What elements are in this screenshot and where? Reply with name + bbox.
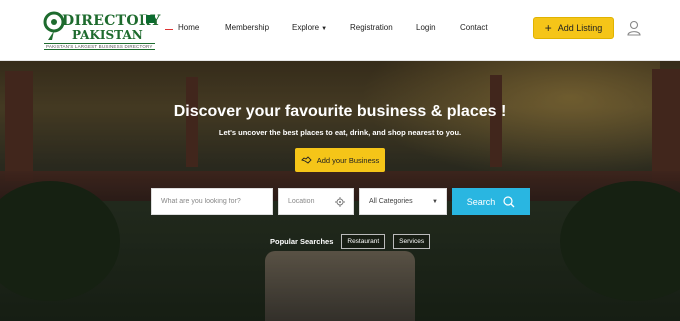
nav-item-home[interactable]: Home — [178, 23, 199, 32]
add-listing-label: Add Listing — [557, 23, 603, 33]
tag-services[interactable]: Services — [393, 234, 431, 249]
location-field[interactable] — [278, 188, 354, 215]
popular-searches: Popular Searches Restaurant Services — [270, 234, 431, 249]
user-icon[interactable] — [627, 20, 641, 36]
add-listing-button[interactable]: + Add Listing — [533, 17, 614, 39]
logo-tagline: PAKISTAN'S LARGEST BUSINESS DIRECTORY — [44, 43, 155, 50]
search-button-label: Search — [466, 196, 496, 207]
nav-item-membership[interactable]: Membership — [225, 23, 269, 32]
plus-icon: + — [544, 21, 552, 35]
category-selected-value: All Categories — [369, 198, 413, 205]
nav-item-explore-label: Explore — [292, 23, 320, 32]
nav-item-login[interactable]: Login — [416, 23, 436, 32]
chevron-down-icon: ▼ — [432, 198, 438, 205]
what-search-field[interactable] — [151, 188, 273, 215]
pakistan-flag-icon — [143, 15, 155, 23]
add-business-label: Add your Business — [316, 155, 380, 165]
tag-restaurant[interactable]: Restaurant — [341, 234, 386, 249]
nav-item-contact[interactable]: Contact — [460, 23, 488, 32]
category-select[interactable]: All Categories ▼ — [359, 188, 447, 215]
site-header: DIRECTORY PAKISTAN PAKISTAN'S LARGEST BU… — [0, 0, 680, 61]
chevron-down-icon: ▼ — [321, 26, 328, 32]
what-search-input[interactable] — [161, 198, 272, 205]
nav-item-registration[interactable]: Registration — [350, 23, 393, 32]
nav-item-explore[interactable]: Explore ▼ — [292, 23, 327, 32]
hero-subtitle: Let's uncover the best places to eat, dr… — [218, 128, 462, 137]
hero-title: Discover your favourite business & place… — [173, 103, 507, 120]
search-bar: All Categories ▼ Search — [0, 188, 680, 215]
search-button[interactable]: Search — [452, 188, 530, 215]
handshake-icon — [300, 156, 312, 164]
crosshair-icon[interactable] — [335, 197, 345, 207]
search-icon — [503, 195, 515, 207]
popular-searches-label: Popular Searches — [270, 237, 334, 246]
add-business-button[interactable]: Add your Business — [295, 148, 385, 172]
hero-section: Discover your favourite business & place… — [0, 61, 680, 321]
